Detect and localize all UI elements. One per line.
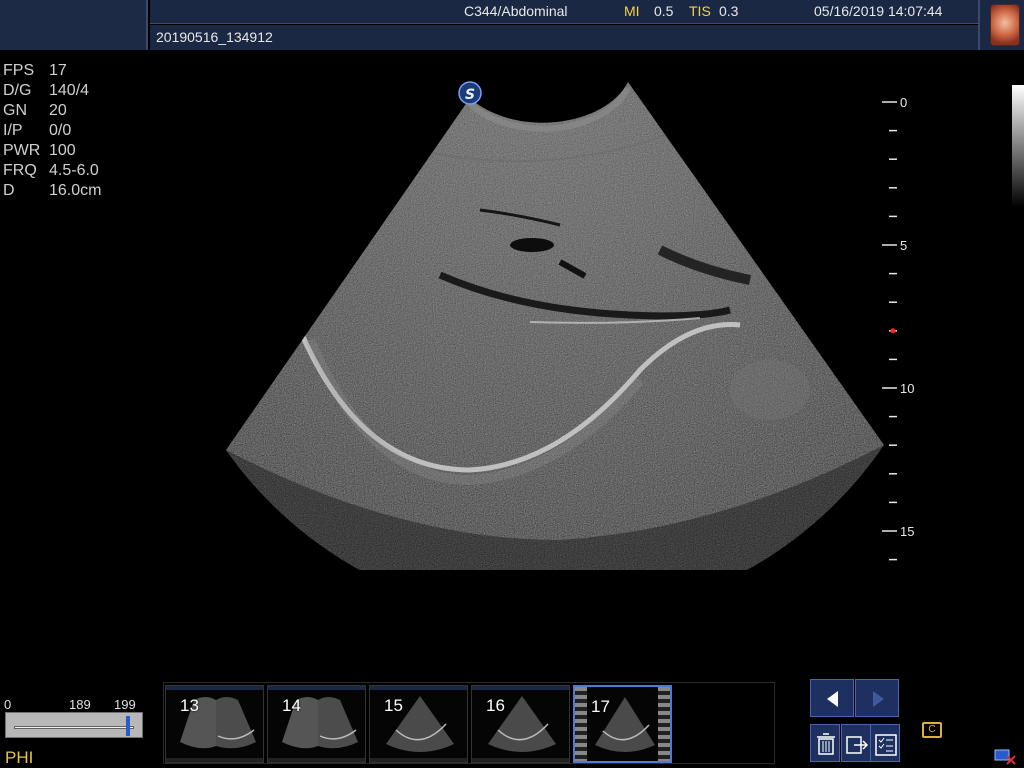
gain-slider[interactable] (5, 712, 143, 738)
export-button[interactable] (841, 724, 871, 762)
thumbnail-number: 15 (384, 696, 403, 715)
study-id: 20190516_134912 (156, 29, 273, 45)
depth-label: 10 (900, 381, 914, 396)
header-study-bar (150, 25, 978, 50)
header-left-panel (0, 0, 148, 50)
delete-button[interactable] (810, 724, 840, 762)
network-icon[interactable] (993, 744, 1017, 766)
clip-thumbnail[interactable]: 15 (369, 685, 468, 763)
gain-min-label: 0 (4, 697, 12, 712)
mi-label: MI (624, 3, 640, 19)
ultrasound-image[interactable]: S 0 5 10 15 (0, 50, 1024, 680)
abdomen-organ-icon[interactable] (990, 4, 1020, 46)
gain-slider-track (14, 726, 134, 729)
focus-marker (890, 328, 896, 334)
depth-label: 0 (900, 95, 907, 110)
clip-thumbnail-strip: 13 14 15 16 17 (163, 682, 775, 764)
checklist-icon (875, 734, 897, 756)
cine-icon[interactable]: C (922, 722, 942, 738)
clip-thumbnail[interactable]: 16 (471, 685, 570, 763)
date-time: 05/16/2019 14:07:44 (814, 3, 943, 19)
gain-max-label: 199 (114, 697, 136, 712)
clip-thumbnail-selected[interactable]: 17 (573, 685, 672, 763)
clip-thumbnail[interactable]: 14 (267, 685, 366, 763)
thumbnail-number: 17 (591, 697, 610, 716)
tis-label: TIS (689, 3, 711, 19)
next-page-button[interactable] (855, 679, 899, 717)
triangle-left-icon (827, 691, 838, 707)
triangle-right-icon (873, 691, 884, 707)
checklist-button[interactable] (870, 724, 900, 762)
mi-value: 0.5 (654, 3, 674, 19)
thumbnail-number: 16 (486, 696, 505, 715)
export-icon (846, 736, 869, 754)
thumbnail-number: 13 (180, 696, 199, 715)
depth-label: 5 (900, 238, 907, 253)
gain-slider-thumb[interactable] (126, 716, 130, 736)
orientation-marker-label: S (465, 87, 475, 103)
depth-scale: 0 5 10 15 (882, 95, 914, 561)
gain-current-label: 189 (69, 697, 91, 712)
preset-label: PHI (5, 748, 34, 767)
probe-preset: C344/Abdominal (464, 3, 568, 19)
trash-icon (817, 733, 835, 755)
clip-thumbnail[interactable]: 13 (165, 685, 264, 763)
depth-label: 15 (900, 524, 914, 539)
prev-page-button[interactable] (810, 679, 854, 717)
gray-scale-bar (1012, 85, 1024, 207)
tis-value: 0.3 (719, 3, 739, 19)
film-strip-right (658, 687, 670, 761)
thumbnail-number: 14 (282, 696, 301, 715)
